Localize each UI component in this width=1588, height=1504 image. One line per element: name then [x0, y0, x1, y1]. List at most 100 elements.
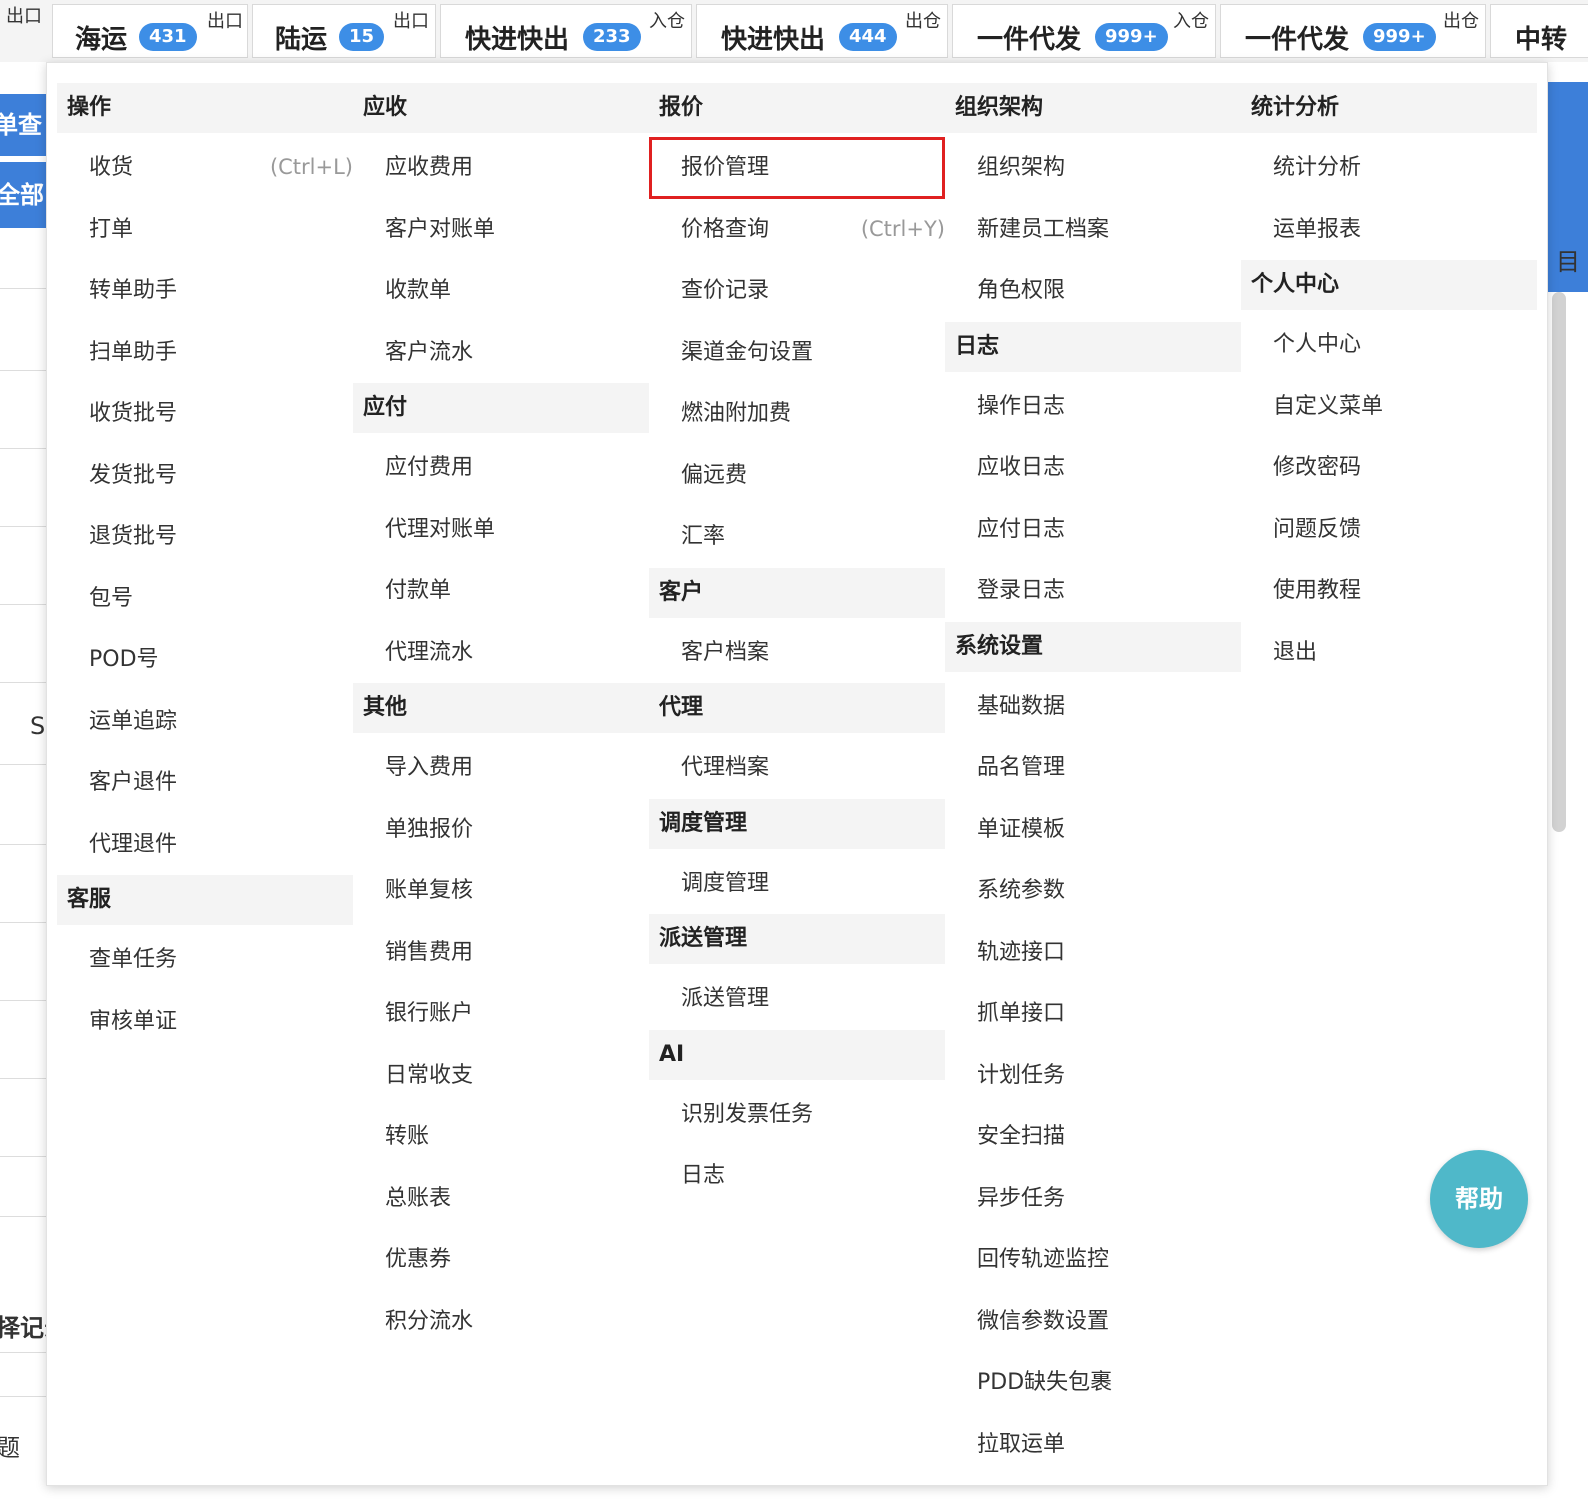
menu-item-price-lookup-history[interactable]: 查价记录 — [649, 260, 945, 322]
group-header-ai: AI — [649, 1029, 945, 1080]
menu-item-customer-profiles[interactable]: 客户档案 — [649, 622, 945, 684]
menu-item-change-password[interactable]: 修改密码 — [1241, 437, 1537, 499]
tab-count-badge: 431 — [139, 23, 197, 51]
menu-item-sales-fees[interactable]: 销售费用 — [353, 922, 649, 984]
scrollbar-thumb[interactable] — [1552, 292, 1566, 832]
menu-item-general-ledger[interactable]: 总账表 — [353, 1168, 649, 1230]
tab-label: 快进快出 — [721, 25, 826, 55]
menu-item-customer-return[interactable]: 客户退件 — [57, 752, 353, 814]
menu-item-document-template[interactable]: 单证模板 — [945, 799, 1241, 861]
menu-item-agent-return[interactable]: 代理退件 — [57, 814, 353, 876]
menu-item-org-structure[interactable]: 组织架构 — [945, 137, 1241, 199]
group-header-organization: 组织架构 — [945, 83, 1241, 133]
group-header-payables: 应付 — [353, 383, 649, 433]
menu-item-invoice-recognition-task[interactable]: 识别发票任务 — [649, 1084, 945, 1146]
menu-item-waybill-report[interactable]: 运单报表 — [1241, 199, 1537, 261]
menu-item-bank-account[interactable]: 银行账户 — [353, 983, 649, 1045]
menu-item-scan-assistant[interactable]: 扫单助手 — [57, 322, 353, 384]
tab-land-export[interactable]: 陆运 15 出口 — [252, 4, 436, 58]
menu-item-customer-ledger[interactable]: 客户流水 — [353, 322, 649, 384]
tab-dropship-outbound[interactable]: 一件代发 999+ 入仓 — [952, 4, 1216, 58]
menu-item-tutorial[interactable]: 使用教程 — [1241, 560, 1537, 622]
menu-item-system-parameters[interactable]: 系统参数 — [945, 860, 1241, 922]
tab-corner-label: 入仓 — [649, 11, 685, 32]
menu-item-points-ledger[interactable]: 积分流水 — [353, 1291, 649, 1353]
group-header-dispatch: 调度管理 — [649, 798, 945, 849]
menu-item-single-quote[interactable]: 单独报价 — [353, 799, 649, 861]
menu-item-new-employee-profile[interactable]: 新建员工档案 — [945, 199, 1241, 261]
tab-dropship-inbound[interactable]: 一件代发 999+ 出仓 — [1220, 4, 1486, 58]
main-menu-dropdown: 操作 收货 (Ctrl+L) 打单 转单助手 扫单助手 收货批号 发货批号 退货… — [46, 62, 1548, 1486]
menu-item-personal-center[interactable]: 个人中心 — [1241, 314, 1537, 376]
menu-item-quote-management[interactable]: 报价管理 — [649, 137, 945, 199]
menu-item-agent-profiles[interactable]: 代理档案 — [649, 737, 945, 799]
menu-item-waybill-tracking[interactable]: 运单追踪 — [57, 691, 353, 753]
menu-item-payment[interactable]: 付款单 — [353, 560, 649, 622]
menu-item-order-fetch-api[interactable]: 抓单接口 — [945, 983, 1241, 1045]
menu-item-feedback[interactable]: 问题反馈 — [1241, 499, 1537, 561]
tab-corner-label: 入仓 — [1173, 11, 1209, 32]
tab-label: 快进快出 — [465, 25, 570, 55]
menu-item-tracking-api[interactable]: 轨迹接口 — [945, 922, 1241, 984]
tab-corner-label: 出口 — [207, 11, 243, 32]
menu-item-receipt[interactable]: 收款单 — [353, 260, 649, 322]
menu-item-receive[interactable]: 收货 (Ctrl+L) — [57, 137, 353, 199]
menu-item-transfer-assistant[interactable]: 转单助手 — [57, 260, 353, 322]
menu-item-role-permissions[interactable]: 角色权限 — [945, 260, 1241, 322]
menu-item-login-log[interactable]: 登录日志 — [945, 560, 1241, 622]
menu-item-wechat-settings[interactable]: 微信参数设置 — [945, 1291, 1241, 1353]
menu-item-async-tasks[interactable]: 异步任务 — [945, 1168, 1241, 1230]
menu-item-ai-log[interactable]: 日志 — [649, 1145, 945, 1207]
menu-item-custom-menu[interactable]: 自定义菜单 — [1241, 376, 1537, 438]
menu-item-price-inquiry[interactable]: 价格查询 (Ctrl+Y) — [649, 199, 945, 261]
menu-item-bill-review[interactable]: 账单复核 — [353, 860, 649, 922]
menu-item-review-documents[interactable]: 审核单证 — [57, 991, 353, 1053]
menu-item-print-label[interactable]: 打单 — [57, 199, 353, 261]
menu-item-payable-fees[interactable]: 应付费用 — [353, 437, 649, 499]
tab-transit[interactable]: 中转 — [1490, 4, 1588, 58]
menu-item-agent-ledger[interactable]: 代理流水 — [353, 622, 649, 684]
tab-express-export[interactable]: 快进快出 233 入仓 — [440, 4, 692, 58]
menu-item-channel-slogan-settings[interactable]: 渠道金句设置 — [649, 322, 945, 384]
menu-item-pull-waybills[interactable]: 拉取运单 — [945, 1414, 1241, 1476]
menu-item-receivable-log[interactable]: 应收日志 — [945, 437, 1241, 499]
menu-item-customer-statement[interactable]: 客户对账单 — [353, 199, 649, 261]
background-page-left: 单查 全部 S 择记录 题 — [0, 62, 46, 1504]
background-text-fragment: 题 — [0, 1434, 20, 1462]
menu-item-operation-log[interactable]: 操作日志 — [945, 376, 1241, 438]
menu-item-product-name-management[interactable]: 品名管理 — [945, 737, 1241, 799]
menu-item-import-fees[interactable]: 导入费用 — [353, 737, 649, 799]
tab-count-badge: 999+ — [1095, 23, 1168, 51]
menu-item-payable-log[interactable]: 应付日志 — [945, 499, 1241, 561]
help-button[interactable]: 帮助 — [1430, 1150, 1528, 1248]
menu-item-return-batch[interactable]: 退货批号 — [57, 506, 353, 568]
menu-item-dispatch-management[interactable]: 调度管理 — [649, 853, 945, 915]
menu-item-remote-area-fee[interactable]: 偏远费 — [649, 445, 945, 507]
menu-item-statistics-analysis[interactable]: 统计分析 — [1241, 137, 1537, 199]
menu-item-coupon[interactable]: 优惠券 — [353, 1229, 649, 1291]
menu-item-receivable-fees[interactable]: 应收费用 — [353, 137, 649, 199]
menu-item-fuel-surcharge[interactable]: 燃油附加费 — [649, 383, 945, 445]
menu-item-daily-income-expense[interactable]: 日常收支 — [353, 1045, 649, 1107]
group-header-delivery: 派送管理 — [649, 914, 945, 964]
menu-item-receive-batch[interactable]: 收货批号 — [57, 383, 353, 445]
menu-item-security-scan[interactable]: 安全扫描 — [945, 1106, 1241, 1168]
menu-item-ship-batch[interactable]: 发货批号 — [57, 445, 353, 507]
tab-express-inbound[interactable]: 快进快出 444 出仓 — [696, 4, 948, 58]
menu-item-scheduled-tasks[interactable]: 计划任务 — [945, 1045, 1241, 1107]
tab-ocean-export[interactable]: 海运 431 出口 — [52, 4, 248, 58]
tab-count-badge: 15 — [339, 23, 385, 51]
menu-item-delivery-management[interactable]: 派送管理 — [649, 968, 945, 1030]
menu-item-basic-data[interactable]: 基础数据 — [945, 676, 1241, 738]
menu-item-tracking-callback-monitor[interactable]: 回传轨迹监控 — [945, 1229, 1241, 1291]
menu-item-bag-number[interactable]: 包号 — [57, 568, 353, 630]
menu-item-agent-statement[interactable]: 代理对账单 — [353, 499, 649, 561]
menu-item-order-inquiry-task[interactable]: 查单任务 — [57, 929, 353, 991]
menu-item-exchange-rate[interactable]: 汇率 — [649, 506, 945, 568]
menu-item-pdd-missing-parcels[interactable]: PDD缺失包裹 — [945, 1352, 1241, 1414]
background-text-fragment: 目 — [1556, 248, 1580, 276]
menu-item-transfer[interactable]: 转账 — [353, 1106, 649, 1168]
menu-item-pod-number[interactable]: POD号 — [57, 629, 353, 691]
tab-count-badge: 999+ — [1363, 23, 1436, 51]
menu-item-logout[interactable]: 退出 — [1241, 622, 1537, 684]
